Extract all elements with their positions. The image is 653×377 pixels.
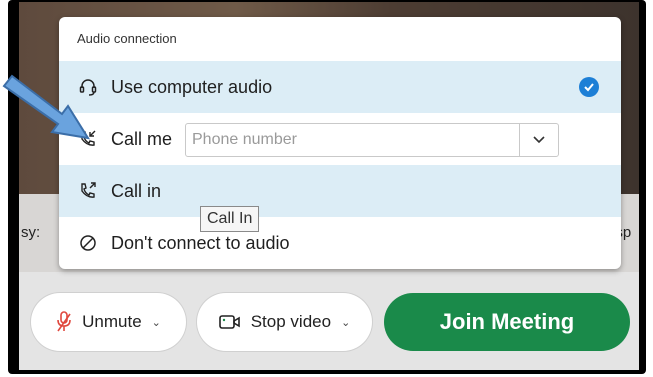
stop-video-label: Stop video [250, 312, 332, 331]
chevron-down-icon[interactable]: ⌄ [152, 316, 161, 329]
audio-connection-dialog: Audio connection Use computer audio Call… [59, 17, 621, 269]
option-label: Don't connect to audio [111, 232, 290, 253]
option-use-computer-audio[interactable]: Use computer audio [59, 61, 621, 113]
call-in-tooltip: Call In [200, 206, 260, 232]
option-call-me[interactable]: Call me [59, 113, 621, 165]
muted-mic-icon [56, 311, 72, 333]
bottom-toolbar: Unmute ⌄ Stop video ⌄ Join Meeting [19, 272, 639, 370]
join-meeting-label: Join Meeting [439, 309, 575, 334]
dialog-title: Audio connection [77, 31, 177, 46]
stop-video-button[interactable]: Stop video ⌄ [197, 293, 372, 351]
option-label: Call in [111, 180, 162, 201]
pointer-arrow-icon [2, 74, 91, 140]
option-label: Call me [111, 128, 173, 149]
chevron-down-icon [533, 131, 545, 149]
join-meeting-button[interactable]: Join Meeting [384, 293, 630, 351]
no-audio-icon [75, 234, 101, 252]
unmute-label: Unmute [82, 312, 142, 331]
option-call-in[interactable]: Call in [59, 165, 621, 217]
checkmark-icon [579, 77, 599, 97]
phone-number-field[interactable] [185, 123, 559, 157]
option-label: Use computer audio [111, 76, 273, 97]
chevron-down-icon[interactable]: ⌄ [341, 316, 350, 329]
video-camera-icon [218, 314, 241, 330]
phone-number-input[interactable] [186, 124, 522, 156]
unmute-button[interactable]: Unmute ⌄ [31, 293, 186, 351]
phone-outgoing-icon [75, 181, 101, 201]
background-text-left: sy: [21, 224, 41, 241]
option-dont-connect-audio[interactable]: Don't connect to audio [59, 217, 621, 269]
country-dropdown[interactable] [519, 124, 558, 156]
